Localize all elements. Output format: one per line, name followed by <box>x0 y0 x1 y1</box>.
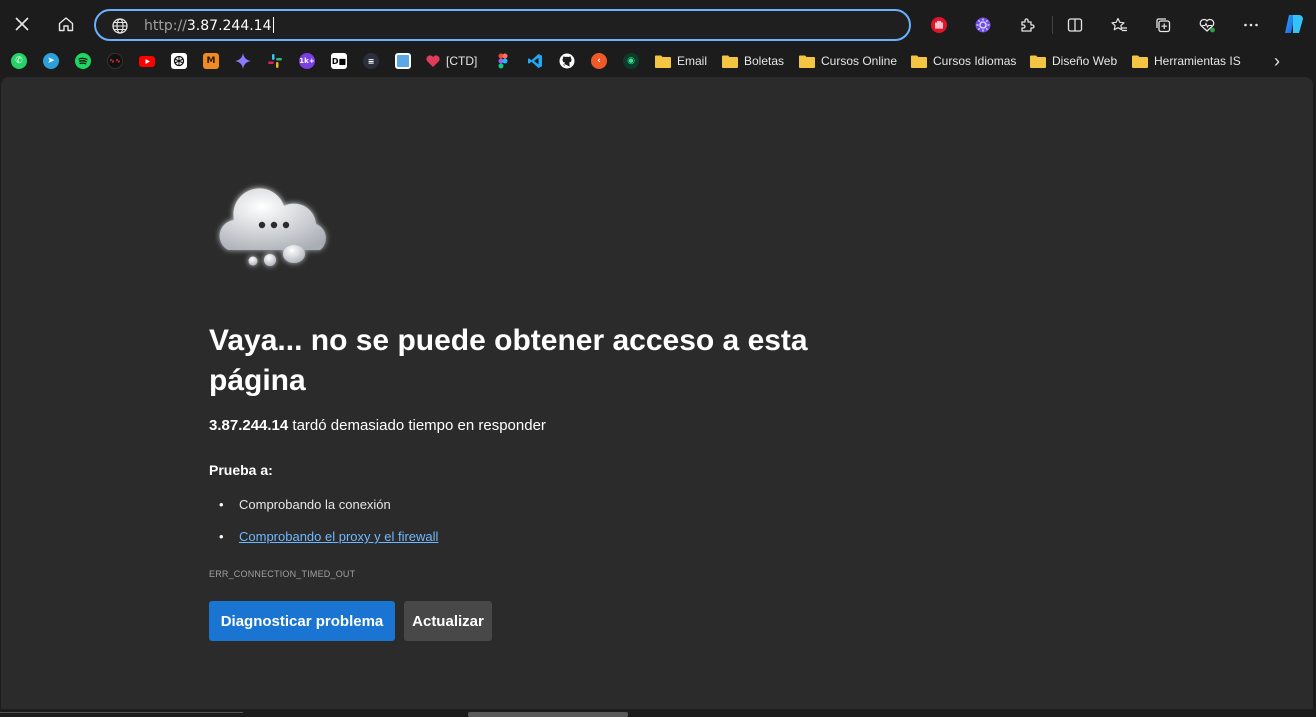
folder-label: Cursos Idiomas <box>933 54 1017 68</box>
globe-icon <box>112 18 128 34</box>
bookmark-orange-app-icon[interactable]: ‹ <box>589 51 609 71</box>
slack-bookmark-icon[interactable] <box>265 51 285 71</box>
bookmark-folder-cursos-idiomas[interactable]: Cursos Idiomas <box>911 51 1016 71</box>
bookmark-dark-app-icon[interactable]: ≡ <box>361 51 381 71</box>
puzzle-icon[interactable] <box>1015 13 1039 37</box>
folder-icon <box>799 55 815 68</box>
suggestion-proxy-firewall-link[interactable]: Comprobando el proxy y el firewall <box>239 529 438 544</box>
bookmark-red-logo-icon[interactable]: ∿∿ <box>105 51 125 71</box>
address-bar[interactable]: http://3.87.244.14 <box>94 9 911 41</box>
error-title: Vaya... no se puede obtener acceso a est… <box>209 324 808 397</box>
folder-icon <box>655 55 671 68</box>
bookmark-square-app-icon[interactable] <box>393 51 413 71</box>
browser-toolbar: http://3.87.244.14 <box>0 0 1316 48</box>
horizontal-scrollbar[interactable] <box>468 712 628 717</box>
browser-window: http://3.87.244.14 ✆ ➤ ∿∿ M 1k+ D■ ≡ [CT… <box>0 0 1316 717</box>
more-icon[interactable] <box>1239 13 1263 37</box>
performance-icon[interactable] <box>1195 13 1219 37</box>
folder-icon <box>1132 55 1148 68</box>
folder-icon <box>722 55 738 68</box>
suggestion-check-connection: Comprobando la conexión <box>239 497 391 512</box>
suggestion-item: • Comprobando el proxy y el firewall <box>209 529 438 544</box>
error-host: 3.87.244.14 <box>209 417 289 434</box>
extension-gear-icon[interactable] <box>971 13 995 37</box>
spotify-bookmark-icon[interactable] <box>73 51 93 71</box>
bookmark-m-logo-icon[interactable]: M <box>201 51 221 71</box>
overflow-label: › <box>1274 50 1280 71</box>
folder-label: Herramientas IS <box>1154 54 1241 68</box>
error-subtitle-rest: tardó demasiado tiempo en responder <box>288 417 546 434</box>
ctd-heart-icon <box>426 55 440 67</box>
split-screen-icon[interactable] <box>1063 13 1087 37</box>
extension-hand-icon[interactable] <box>927 13 951 37</box>
folder-icon <box>1030 55 1046 68</box>
github-bookmark-icon[interactable] <box>557 51 577 71</box>
bookmark-green-eye-icon[interactable]: ◉ <box>621 51 641 71</box>
whatsapp-bookmark-icon[interactable]: ✆ <box>9 51 29 71</box>
folder-icon <box>911 55 927 68</box>
bookmark-1k-icon[interactable]: 1k+ <box>297 51 317 71</box>
bookmark-ctd[interactable]: [CTD] <box>425 51 477 71</box>
copilot-icon[interactable] <box>1281 11 1307 37</box>
collections-icon[interactable] <box>1151 13 1175 37</box>
suggestion-item: • Comprobando la conexión <box>209 497 391 512</box>
folder-label: Cursos Online <box>821 54 898 68</box>
figma-bookmark-icon[interactable] <box>493 51 513 71</box>
bookmark-ctd-label: [CTD] <box>446 54 478 68</box>
bookmark-folder-boletas[interactable]: Boletas <box>722 51 784 71</box>
folder-label: Email <box>677 54 708 68</box>
bookmark-folder-email[interactable]: Email <box>655 51 707 71</box>
vscode-bookmark-icon[interactable] <box>525 51 545 71</box>
error-code: ERR_CONNECTION_TIMED_OUT <box>209 569 356 579</box>
toolbar-separator <box>1052 16 1053 34</box>
close-icon[interactable] <box>7 9 37 39</box>
chatgpt-bookmark-icon[interactable] <box>169 51 189 71</box>
try-label: Prueba a: <box>209 462 273 478</box>
url-scheme: http:// <box>144 18 187 34</box>
page-content: Vaya... no se puede obtener acceso a est… <box>1 77 1313 709</box>
bookmark-folder-herramientas-is[interactable]: Herramientas IS <box>1132 51 1241 71</box>
bookmark-folder-diseno-web[interactable]: Diseño Web <box>1030 51 1117 71</box>
url-host: 3.87.244.14 <box>186 18 272 34</box>
refresh-button[interactable]: Actualizar <box>404 601 492 641</box>
bullet: • <box>219 497 224 512</box>
telegram-bookmark-icon[interactable]: ➤ <box>41 51 61 71</box>
folder-label: Diseño Web <box>1052 54 1118 68</box>
bookmarks-overflow-chevron-icon[interactable]: › <box>1274 51 1280 71</box>
address-url[interactable]: http://3.87.244.14 <box>144 17 274 35</box>
folder-label: Boletas <box>744 54 785 68</box>
bookmark-dx-icon[interactable]: D■ <box>329 51 349 71</box>
text-caret <box>272 17 274 33</box>
error-subtitle: 3.87.244.14 tardó demasiado tiempo en re… <box>209 417 546 434</box>
diagnose-button[interactable]: Diagnosticar problema <box>209 601 395 641</box>
bookmarks-bar: ✆ ➤ ∿∿ M 1k+ D■ ≡ [CTD] ‹ ◉ Email Boleta… <box>0 48 1316 74</box>
gemini-bookmark-icon[interactable] <box>233 51 253 71</box>
favorites-icon[interactable] <box>1107 13 1131 37</box>
home-icon[interactable] <box>51 9 81 39</box>
youtube-bookmark-icon[interactable] <box>137 51 157 71</box>
bottom-left-strip <box>0 712 243 717</box>
thinking-cloud-icon <box>219 188 326 266</box>
bullet: • <box>219 529 224 544</box>
bookmark-folder-cursos-online[interactable]: Cursos Online <box>799 51 897 71</box>
